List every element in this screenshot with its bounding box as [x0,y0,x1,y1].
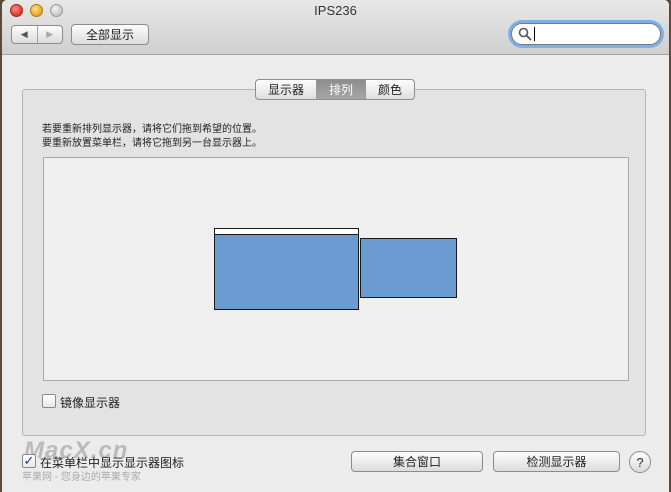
tab-bar: 显示器 排列 颜色 [255,79,416,100]
display-secondary[interactable] [360,238,457,298]
title-bar: IPS236 ◀ ▶ 全部显示 [2,0,669,55]
show-in-menubar-checkbox[interactable]: ✓ [22,454,36,468]
back-button[interactable]: ◀ [12,26,37,43]
search-input[interactable] [534,26,654,42]
show-in-menubar-label: 在菜单栏中显示显示器图标 [40,456,185,470]
tab-display[interactable]: 显示器 [256,80,316,99]
window-title: IPS236 [314,3,357,18]
detect-displays-button[interactable]: 检测显示器 [493,451,620,472]
forward-button[interactable]: ▶ [36,26,63,43]
mirror-displays-checkbox[interactable] [42,394,56,408]
search-field[interactable] [511,23,661,45]
text-cursor [534,27,535,41]
search-icon [518,27,532,41]
instruction-menubar: 要重新放置菜单栏，请将它拖到另一台显示器上。 [42,138,262,149]
mirror-displays-label: 镜像显示器 [60,396,121,410]
tab-color[interactable]: 颜色 [365,80,414,99]
preferences-window: IPS236 ◀ ▶ 全部显示 显示器 排列 颜色 若要重新排列显示器，请将它们… [2,0,669,492]
help-button[interactable]: ? [629,451,651,473]
display-primary[interactable] [214,234,359,310]
gather-windows-button[interactable]: 集合窗口 [351,451,483,472]
instruction-arrange: 若要重新排列显示器，请将它们拖到希望的位置。 [42,124,262,135]
show-all-button[interactable]: 全部显示 [71,24,149,45]
back-forward-control: ◀ ▶ [11,25,63,44]
tab-arrangement[interactable]: 排列 [316,80,366,99]
